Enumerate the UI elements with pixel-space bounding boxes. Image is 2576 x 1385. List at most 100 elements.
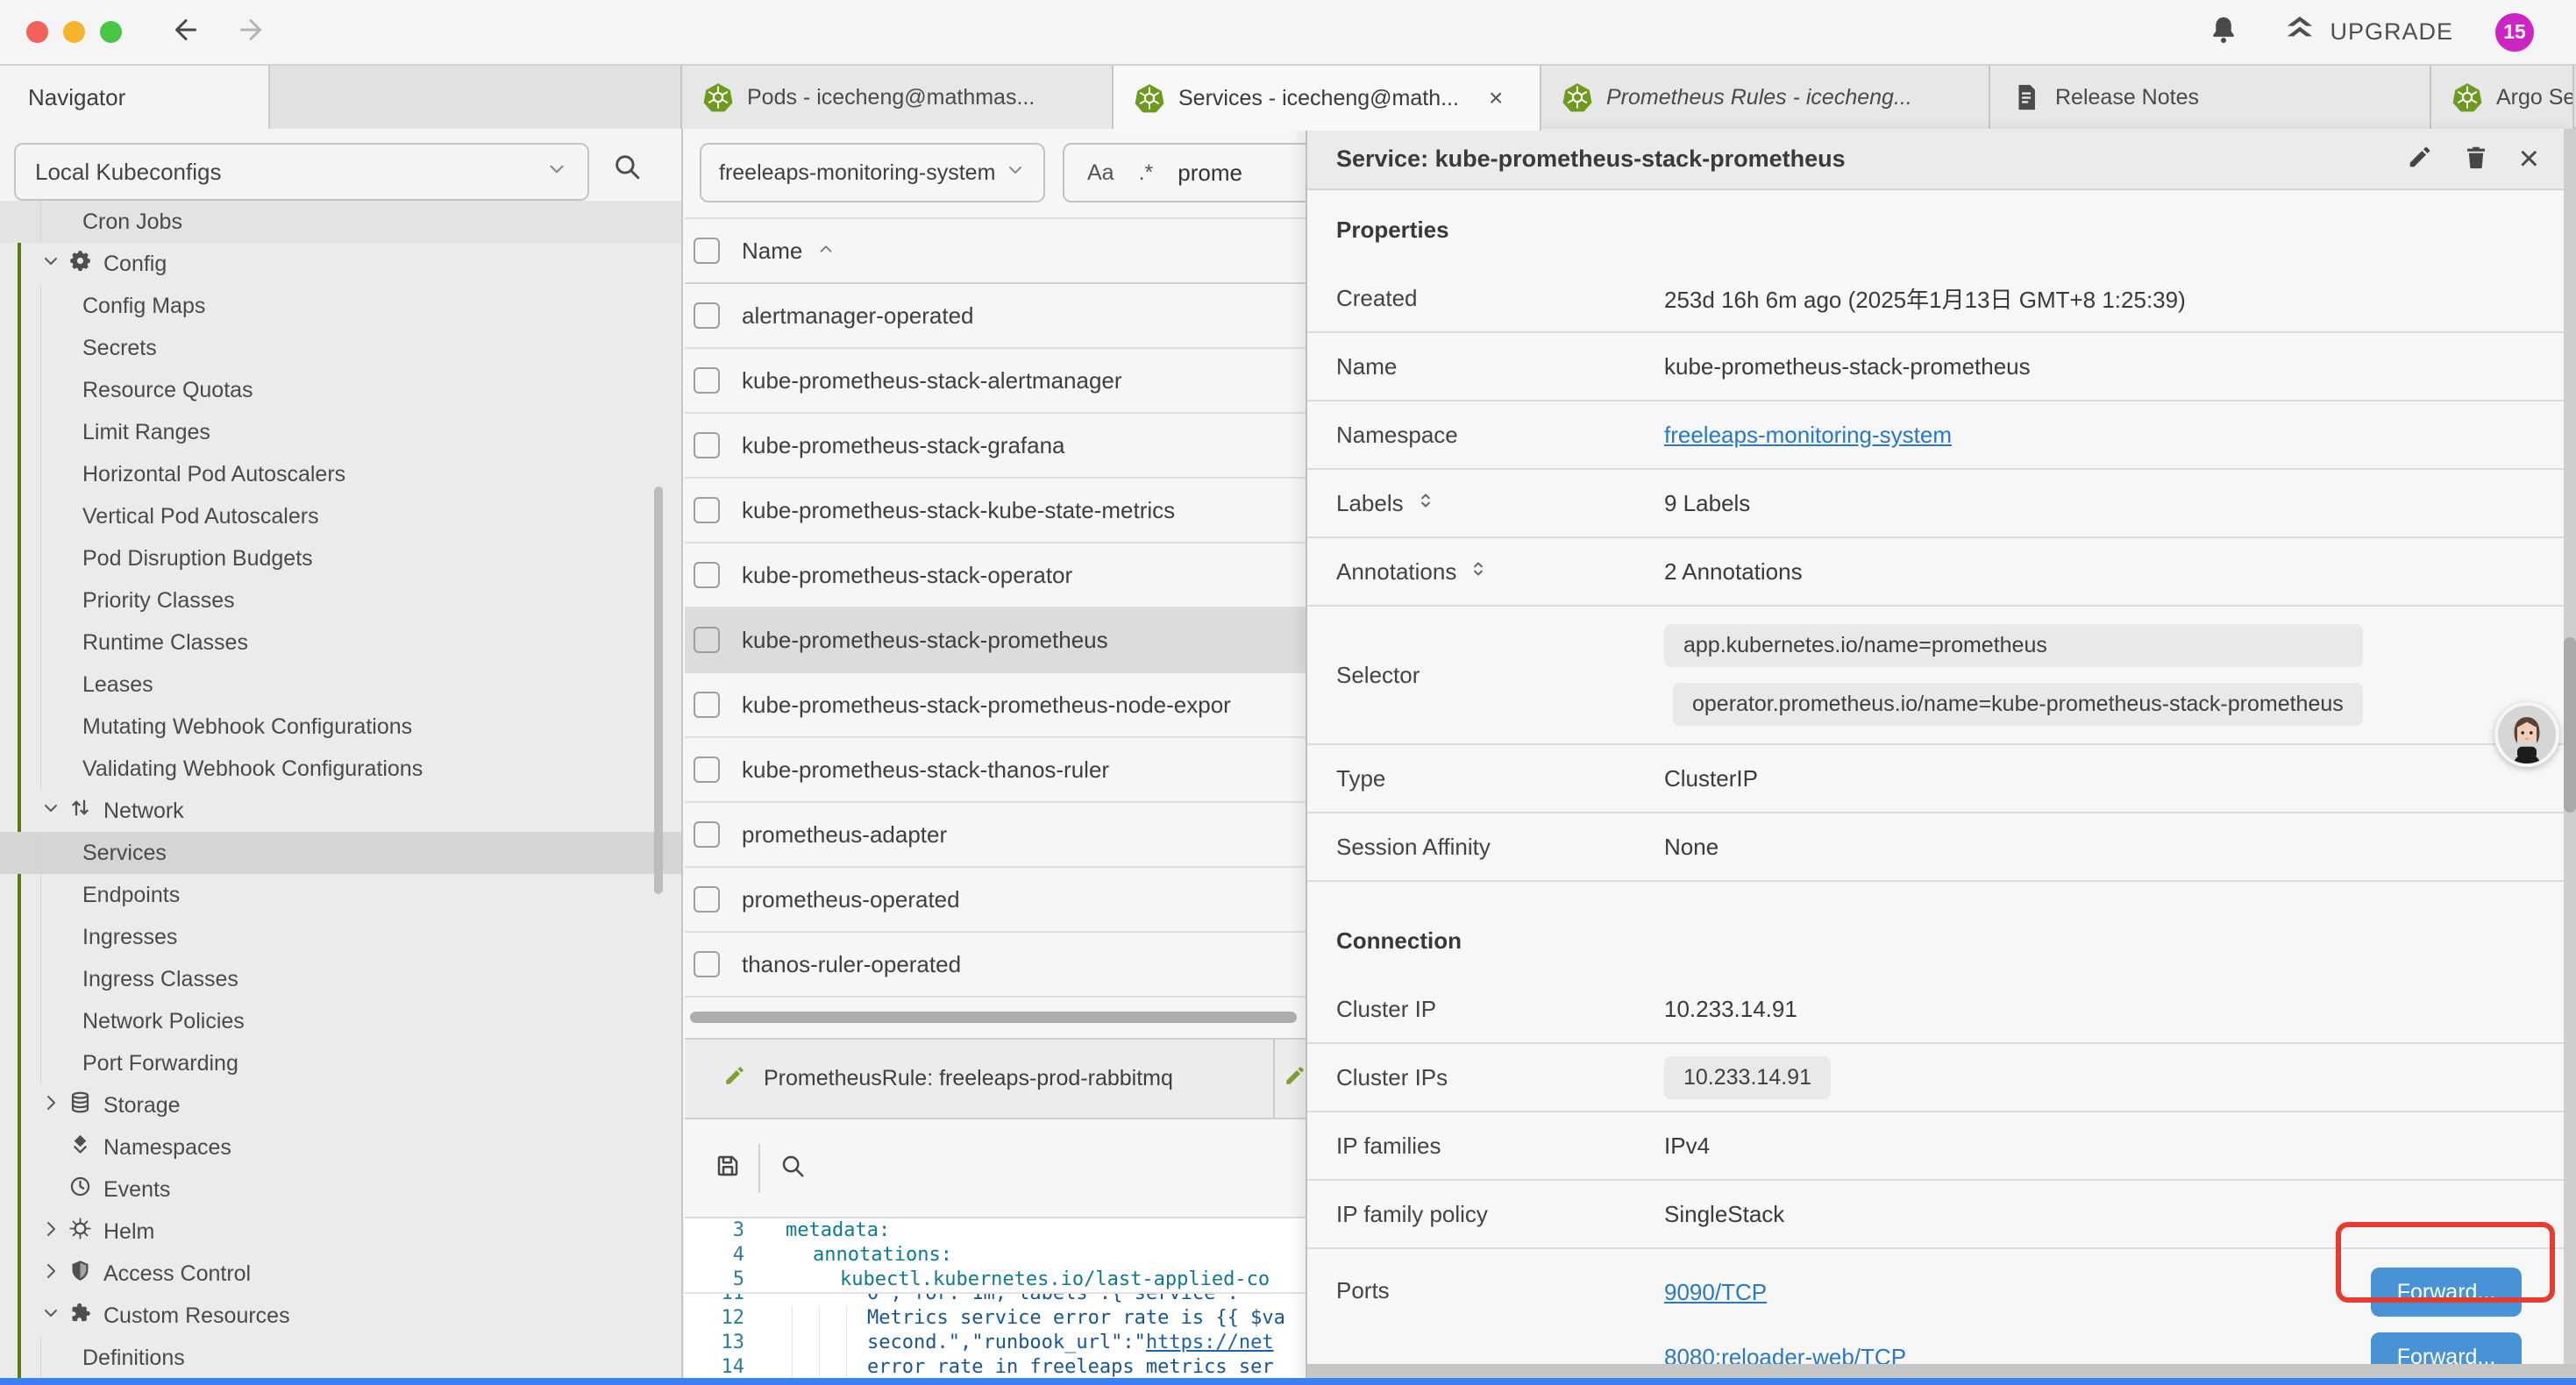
sort-ascending-icon[interactable] [816, 239, 836, 263]
code-text: annotations: [813, 1243, 952, 1268]
user-avatar[interactable] [2494, 702, 2559, 767]
sidebar-item-config-maps[interactable]: Config Maps [0, 285, 681, 327]
sidebar-item-network-policies[interactable]: Network Policies [0, 1000, 681, 1042]
row-checkbox[interactable] [694, 756, 720, 783]
table-row[interactable]: kube-prometheus-stack-grafana [685, 414, 1306, 479]
table-row[interactable]: kube-prometheus-stack-kube-state-metrics [685, 479, 1306, 543]
table-row[interactable]: kube-prometheus-stack-operator [685, 543, 1306, 608]
code-line: 3metadata: [685, 1218, 1306, 1243]
sort-updown-icon[interactable] [1467, 558, 1490, 586]
close-traffic-light[interactable] [26, 21, 48, 43]
sort-updown-icon[interactable] [1414, 489, 1437, 518]
minimize-traffic-light[interactable] [63, 21, 85, 43]
sidebar-item-namespaces[interactable]: Namespaces [0, 1126, 681, 1168]
filter-input[interactable]: Aa .* prome [1063, 143, 1306, 202]
navigator-panel-tab[interactable]: Navigator [0, 66, 270, 129]
cluster-tab-5[interactable]: Argo Se [2431, 66, 2574, 129]
row-checkbox[interactable] [694, 432, 720, 458]
sidebar-item-config[interactable]: Config [0, 243, 681, 285]
forward-arrow-icon[interactable] [235, 14, 267, 50]
table-row[interactable]: kube-prometheus-stack-thanos-ruler [685, 738, 1306, 803]
yaml-editor[interactable]: 3metadata:4annotations:5kubectl.kubernet… [685, 1218, 1306, 1378]
edit-pencil-icon[interactable] [2407, 144, 2433, 174]
delete-trash-icon[interactable] [2463, 144, 2489, 174]
name-column-header[interactable]: Name [742, 238, 802, 265]
row-checkbox[interactable] [694, 627, 720, 653]
row-checkbox[interactable] [694, 562, 720, 588]
sidebar-scrollbar-thumb[interactable] [654, 487, 663, 894]
close-icon[interactable]: × [2519, 146, 2539, 172]
sidebar-item-cron-jobs[interactable]: Cron Jobs [0, 201, 681, 243]
table-row[interactable]: prometheus-adapter [685, 803, 1306, 868]
cluster-tab-3[interactable]: Prometheus Rules - icecheng... [1541, 66, 1990, 129]
cluster-tab-2[interactable]: Services - icecheng@math...× [1114, 66, 1541, 131]
row-checkbox[interactable] [694, 367, 720, 394]
sidebar-item-mutating-webhook-configurations[interactable]: Mutating Webhook Configurations [0, 706, 681, 748]
table-row[interactable]: kube-prometheus-stack-prometheus [685, 608, 1306, 673]
sidebar-item-validating-webhook-configurations[interactable]: Validating Webhook Configurations [0, 748, 681, 790]
maximize-traffic-light[interactable] [100, 21, 122, 43]
port-link[interactable]: 9090/TCP [1664, 1279, 1767, 1306]
tab-close-icon[interactable]: × [1489, 84, 1503, 112]
regex-toggle[interactable]: .* [1139, 160, 1154, 186]
kubeconfig-dropdown[interactable]: Local Kubeconfigs [14, 143, 589, 201]
row-checkbox[interactable] [694, 692, 720, 718]
sidebar-item-events[interactable]: Events [0, 1168, 681, 1211]
code-link[interactable]: https://net [1146, 1332, 1274, 1353]
back-arrow-icon[interactable] [170, 14, 202, 50]
namespace-dropdown[interactable]: freeleaps-monitoring-system [700, 143, 1045, 202]
notification-count-badge[interactable]: 15 [2495, 13, 2534, 52]
sidebar-item-horizontal-pod-autoscalers[interactable]: Horizontal Pod Autoscalers [0, 453, 681, 495]
sidebar-item-vertical-pod-autoscalers[interactable]: Vertical Pod Autoscalers [0, 495, 681, 537]
sidebar-item-limit-ranges[interactable]: Limit Ranges [0, 411, 681, 453]
editor-tab-clipped[interactable] [1275, 1040, 1306, 1118]
table-row[interactable]: prometheus-operated [685, 868, 1306, 933]
table-row[interactable]: thanos-ruler-operated [685, 933, 1306, 998]
select-all-checkbox[interactable] [694, 238, 720, 264]
horizontal-scrollbar-thumb[interactable] [690, 1012, 1297, 1023]
drawer-scrollbar-thumb[interactable] [2564, 637, 2576, 813]
sidebar-item-network[interactable]: Network [0, 790, 681, 832]
sidebar-item-label: Cron Jobs [82, 210, 182, 235]
namespace-link[interactable]: freeleaps-monitoring-system [1664, 422, 1952, 449]
sidebar-item-access-control[interactable]: Access Control [0, 1253, 681, 1295]
drawer-bottom-scrollbar[interactable] [1307, 1364, 2576, 1378]
sidebar-item-custom-resources[interactable]: Custom Resources [0, 1295, 681, 1337]
sidebar-item-services[interactable]: Services [0, 832, 681, 874]
sidebar-item-runtime-classes[interactable]: Runtime Classes [0, 621, 681, 664]
detail-label-text: Namespace [1336, 422, 1458, 449]
table-row[interactable]: alertmanager-operated [685, 284, 1306, 349]
row-checkbox[interactable] [694, 951, 720, 977]
notification-bell-icon[interactable] [2207, 13, 2240, 51]
save-icon[interactable] [715, 1153, 741, 1183]
cluster-tab-4[interactable]: Release Notes [1990, 66, 2431, 129]
sidebar-item-helm[interactable]: Helm [0, 1211, 681, 1253]
selector-chip: app.kubernetes.io/name=prometheus [1664, 624, 2363, 667]
editor-tab-prometheusrule[interactable]: PrometheusRule: freeleaps-prod-rabbitmq [685, 1040, 1275, 1118]
search-icon[interactable] [612, 152, 642, 186]
row-checkbox[interactable] [694, 886, 720, 913]
code-line: 14error rate in freeleaps metrics ser [685, 1355, 1306, 1380]
shield-icon [68, 1259, 92, 1289]
upgrade-button[interactable]: UPGRADE [2282, 11, 2453, 53]
sidebar-item-priority-classes[interactable]: Priority Classes [0, 579, 681, 621]
sidebar-item-pod-disruption-budgets[interactable]: Pod Disruption Budgets [0, 537, 681, 579]
sidebar-item-ingresses[interactable]: Ingresses [0, 916, 681, 958]
sidebar-item-resource-quotas[interactable]: Resource Quotas [0, 369, 681, 411]
editor-search-icon[interactable] [779, 1153, 806, 1183]
port-forward-button[interactable]: Forward... [2371, 1268, 2522, 1317]
sidebar-item-leases[interactable]: Leases [0, 664, 681, 706]
sidebar-item-definitions[interactable]: Definitions [0, 1337, 681, 1379]
row-checkbox[interactable] [694, 497, 720, 523]
sidebar-item-secrets[interactable]: Secrets [0, 327, 681, 369]
sidebar-item-ingress-classes[interactable]: Ingress Classes [0, 958, 681, 1000]
sidebar-item-port-forwarding[interactable]: Port Forwarding [0, 1042, 681, 1084]
row-checkbox[interactable] [694, 821, 720, 848]
match-case-toggle[interactable]: Aa [1087, 160, 1114, 186]
cluster-tab-1[interactable]: Pods - icecheng@mathmas... [682, 66, 1114, 129]
sidebar-item-endpoints[interactable]: Endpoints [0, 874, 681, 916]
table-row[interactable]: kube-prometheus-stack-alertmanager [685, 349, 1306, 414]
sidebar-item-storage[interactable]: Storage [0, 1084, 681, 1126]
row-checkbox[interactable] [694, 302, 720, 329]
table-row[interactable]: kube-prometheus-stack-prometheus-node-ex… [685, 673, 1306, 738]
